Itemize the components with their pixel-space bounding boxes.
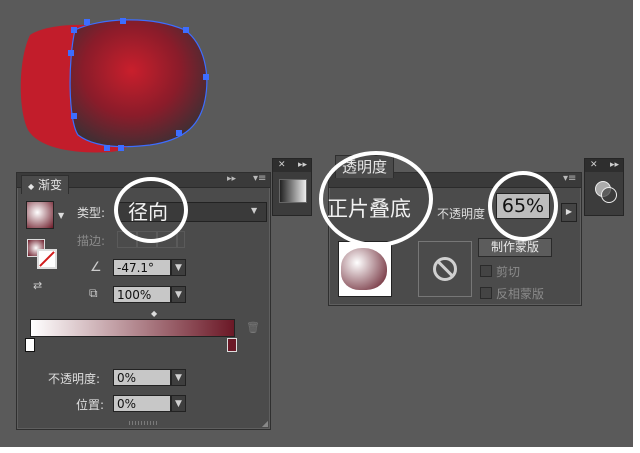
invert-mask-checkbox[interactable] [480,287,492,299]
tab-gradient[interactable]: ◆ 渐变 [21,175,69,194]
gradient-dock-panel: ✕ ▸▸ [272,158,312,216]
gradient-slider-bar[interactable] [30,319,235,337]
aspect-ratio-icon: ⧉ [89,286,98,300]
stroke-label: 描边: [77,234,106,248]
stop-location-field[interactable]: 0% [113,395,171,412]
gradient-stop-right[interactable] [227,338,237,352]
stop-location-dropdown-button[interactable]: ▼ [171,395,186,412]
resize-corner-icon[interactable]: ◢ [262,419,268,428]
midpoint-diamond-icon[interactable]: ◆ [151,309,157,318]
no-mask-icon [433,257,457,281]
gradient-stop-left[interactable] [25,338,35,352]
resize-grip-bottom[interactable] [129,421,159,425]
stop-opacity-dropdown-button[interactable]: ▼ [171,369,186,386]
expand-panel-icon[interactable]: ▸▸ [227,174,236,184]
gradient-dock-header: ✕ ▸▸ [273,159,311,172]
stop-opacity-label: 不透明度: [48,372,101,386]
aspect-ratio-field[interactable]: 100% [113,286,171,303]
opacity-dropdown-button[interactable]: ▶ [561,203,577,222]
angle-field[interactable]: -47.1° [113,259,171,276]
blend-mode-callout[interactable]: 正片叠底 [327,193,411,223]
make-mask-button[interactable]: 制作蒙版 [478,238,552,257]
gradient-blob-shape [69,19,208,148]
stop-opacity-field[interactable]: 0% [113,369,171,386]
transparency-dock-icon[interactable] [595,181,617,203]
swatch-dropdown-icon[interactable]: ▼ [58,211,64,220]
clip-label: 剪切 [496,265,521,279]
clip-checkbox[interactable] [480,265,492,277]
expand-icon[interactable]: ▸▸ [610,159,619,172]
opacity-label: 不透明度 [437,207,486,221]
delete-stop-icon[interactable]: 🗑 [246,321,260,334]
gradient-dock-icon[interactable] [279,179,307,203]
stop-location-label: 位置: [76,398,105,412]
aspect-ratio-dropdown-button[interactable]: ▼ [171,286,186,303]
close-icon[interactable]: ✕ [590,159,598,172]
panel-collapse-icon: ◆ [28,182,35,191]
close-icon[interactable]: ✕ [278,159,286,172]
transparency-dock-header: ✕ ▸▸ [585,159,623,172]
invert-mask-label: 反相蒙版 [496,287,545,301]
transparency-dock-panel: ✕ ▸▸ [584,158,624,216]
reverse-gradient-icon[interactable]: ⇄ [33,279,42,292]
panel-menu-icon[interactable]: ▾≡ [253,173,266,184]
mask-thumbnail[interactable] [418,241,472,297]
angle-icon: ∠ [90,260,102,275]
panel-menu-icon[interactable]: ▾≡ [563,173,576,184]
angle-dropdown-button[interactable]: ▼ [171,259,186,276]
gradient-swatch[interactable] [26,201,54,229]
object-thumbnail[interactable] [338,241,392,297]
expand-icon[interactable]: ▸▸ [298,159,307,172]
type-label: 类型: [77,206,106,220]
opacity-value-field[interactable]: 65% [496,193,550,219]
type-value-callout: 径向 [128,200,168,224]
type-dropdown-icon[interactable]: ▼ [251,206,257,215]
fill-stroke-swatch[interactable] [27,239,57,269]
